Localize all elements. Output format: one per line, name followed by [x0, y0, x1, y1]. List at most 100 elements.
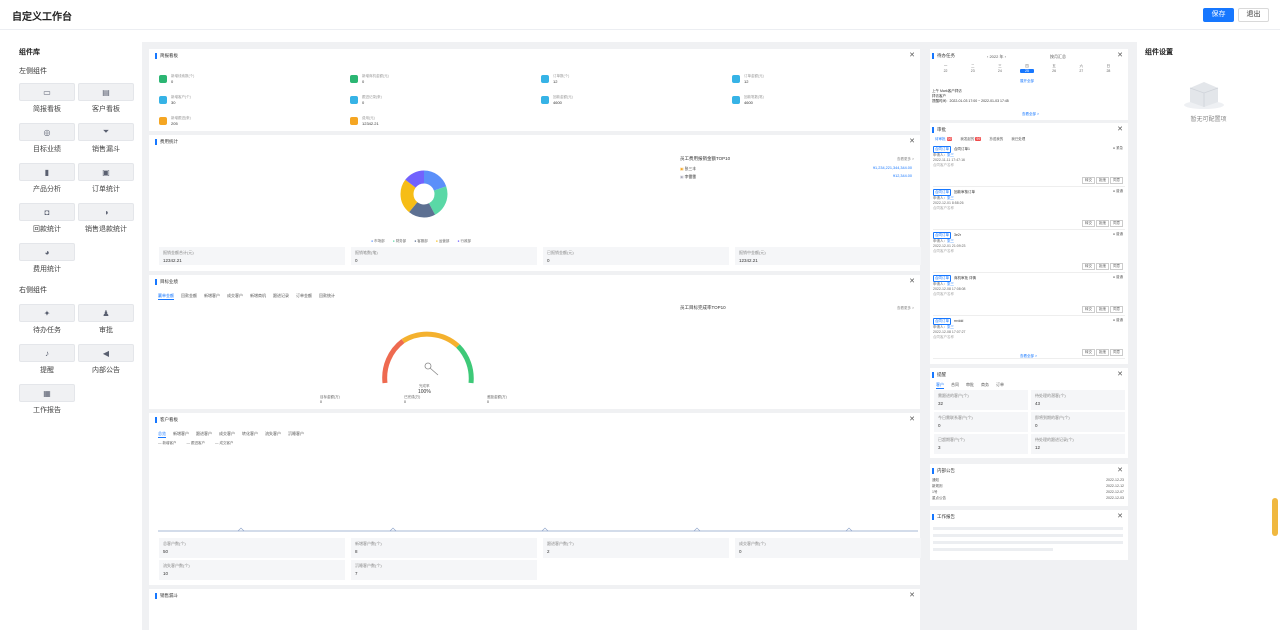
component-tile[interactable]: ♪ 提醒 [19, 344, 75, 380]
funnel-card[interactable]: 销售漏斗 ✕ [149, 589, 920, 630]
reject-button[interactable]: 拒绝 [1096, 220, 1109, 227]
close-icon[interactable]: ✕ [1117, 125, 1123, 133]
tab[interactable]: 订单金额 [296, 293, 312, 299]
tab[interactable]: 抄送我的 [989, 137, 1003, 141]
tab[interactable]: 合同 [951, 382, 959, 388]
approval-item[interactable]: 合同订单 商机审批 详情 ● 普通 申请人：张三 2022-12-08 17:08:08… [933, 275, 1125, 316]
component-tile[interactable]: ◑ 销售退款统计 [78, 203, 134, 239]
target-card[interactable]: 目标业绩 ✕ 赢单金额 回款金额 新增客户 成交客户 新增商机 跟进记录 订单金额 回款统计 … [149, 275, 920, 409]
approval-card[interactable]: 审批 ✕ 待审批 99 我发起的 99 抄送我的 我已处理 合同订单 合同订单1 ● 紧急 申请… [930, 123, 1128, 364]
scroll-handle[interactable] [1272, 498, 1278, 536]
component-tile[interactable]: ▦ 工作报告 [19, 384, 75, 420]
legend-item[interactable]: ● 市场部 [371, 239, 385, 243]
component-tile[interactable]: ▣ 订单统计 [78, 163, 134, 199]
component-tile[interactable]: ⏷ 销售漏斗 [78, 123, 134, 159]
report-card[interactable]: 工作报告 ✕ [930, 510, 1128, 560]
brief-item[interactable]: 回款金额(元) 4600 [541, 95, 573, 105]
view-all-link[interactable]: 查看全部 > [1022, 112, 1039, 117]
brief-item[interactable]: 新增线索数(个) 0 [159, 74, 194, 84]
approval-item[interactable]: 合同订单 rrrddd ● 普通 申请人：张三 2022-12-08 17:07:27 合… [933, 318, 1125, 359]
tab[interactable]: 赢单金额 [158, 293, 174, 300]
component-tile[interactable]: ▭ 简报看板 [19, 83, 75, 119]
close-icon[interactable]: ✕ [1117, 512, 1123, 520]
tab[interactable]: 审批 [966, 382, 974, 388]
exit-button[interactable]: 退出 [1238, 8, 1269, 22]
tab[interactable]: 跟进客户 [196, 431, 212, 437]
todo-event[interactable]: 上午 Mark客户拜访 拜访客户 提醒时间：2022-01-03 17:00 ~… [932, 89, 1009, 104]
rank-row[interactable]: ▣ 李雷雷 ¥12,344.00 [680, 174, 912, 180]
legend-item[interactable]: ● 财务部 [393, 239, 407, 243]
agree-button[interactable]: 同意 [1110, 306, 1123, 313]
todo-card[interactable]: 待办任务 ✕ ‹ 2022 年 › 按月汇总 一 22 二 23 三 24 四 25 五 26 六 2… [930, 49, 1128, 120]
view-more-link[interactable]: 查看更多 > [897, 157, 914, 162]
agree-button[interactable]: 同意 [1110, 220, 1123, 227]
calendar-day[interactable]: 四 25 [1019, 64, 1034, 73]
close-icon[interactable]: ✕ [909, 591, 915, 599]
tab[interactable]: 新增客户 [173, 431, 189, 437]
component-tile[interactable]: ▮ 产品分析 [19, 163, 75, 199]
tab[interactable]: 新增客户 [204, 293, 220, 299]
close-icon[interactable]: ✕ [1117, 51, 1123, 59]
rank-row[interactable]: ▣ 张三丰 ¥1,234,221,344,344.00 [680, 166, 912, 172]
tab[interactable]: 回款统计 [319, 293, 335, 299]
approval-item[interactable]: 合同订单 3e2r ● 普通 申请人：张三 2022-12-01 21:09:23 合同客… [933, 232, 1125, 273]
calendar-day[interactable]: 六 27 [1074, 64, 1088, 73]
calendar-day[interactable]: 一 22 [939, 64, 953, 73]
brief-item[interactable]: 新增客户(个) 30 [159, 95, 191, 105]
view-more-link[interactable]: 查看更多 > [897, 306, 914, 311]
reject-button[interactable]: 拒绝 [1096, 349, 1109, 356]
stat-box[interactable]: 待处理的跟进记录(个) 12 [1031, 434, 1125, 454]
agree-button[interactable]: 同意 [1110, 263, 1123, 270]
agree-button[interactable]: 同意 [1110, 177, 1123, 184]
component-tile[interactable]: ◎ 目标业绩 [19, 123, 75, 159]
close-icon[interactable]: ✕ [909, 137, 915, 145]
tab[interactable]: 成交客户 [227, 293, 243, 299]
tab[interactable]: 回款金额 [181, 293, 197, 299]
brief-item[interactable]: 订单金额(元) 12 [732, 74, 764, 84]
reject-button[interactable]: 拒绝 [1096, 306, 1109, 313]
calendar-day[interactable]: 日 28 [1101, 64, 1115, 73]
customer-card[interactable]: 客户看板 ✕ 总览 新增客户 跟进客户 成交客户 转化客户 流失客户 沉睡客户 — 新增客户… [149, 413, 921, 585]
component-tile[interactable]: ▤ 客户看板 [78, 83, 134, 119]
component-tile[interactable]: ◘ 回款统计 [19, 203, 75, 239]
tab[interactable]: 订单 [996, 382, 1004, 388]
close-icon[interactable]: ✕ [1117, 466, 1123, 474]
tab[interactable]: 新增商机 [250, 293, 266, 299]
brief-card[interactable]: 简报看板 ✕ 新增线索数(个) 0 新增商机金额(元) 0 订单数(个) 12 订单金额(元… [149, 49, 920, 131]
stat-box[interactable]: 需跟进的客户(个) 32 [934, 390, 1028, 410]
component-tile[interactable]: ◀ 内部公告 [78, 344, 134, 380]
transfer-button[interactable]: 转交 [1082, 349, 1095, 356]
tab[interactable]: 流失客户 [265, 431, 281, 437]
close-icon[interactable]: ✕ [909, 415, 915, 423]
transfer-button[interactable]: 转交 [1082, 220, 1095, 227]
legend-item[interactable]: ● 客服部 [414, 239, 428, 243]
year-selector[interactable]: ‹ 2022 年 › [987, 54, 1006, 60]
tab[interactable]: 我已处理 [1011, 137, 1025, 141]
close-icon[interactable]: ✕ [1117, 370, 1123, 378]
approval-item[interactable]: 合同订单 合同订单1 ● 紧急 申请人：张三 2022-11-11 17:47:16 合同… [933, 146, 1125, 187]
component-tile[interactable]: ◕ 费用统计 [19, 243, 75, 279]
notice-card[interactable]: 内部公告 ✕ 通知 2022-12-23 新规则 2022-12-12 1号 2022-1… [930, 464, 1128, 506]
tab[interactable]: 跟进记录 [273, 293, 289, 299]
tab[interactable]: 转化客户 [242, 431, 258, 437]
brief-item[interactable]: 回款笔数(笔) 4600 [732, 95, 764, 105]
calendar-day[interactable]: 三 24 [993, 64, 1007, 73]
month-toggle[interactable]: 按月汇总 [1050, 54, 1066, 60]
component-tile[interactable]: ♟ 审批 [78, 304, 134, 340]
tab[interactable]: 客户 [936, 382, 944, 389]
save-button[interactable]: 保存 [1203, 8, 1234, 22]
remind-card[interactable]: 提醒 ✕ 客户 合同 审批 商务 订单 需跟进的客户(个) 32 待处理的潜客(个) 43 今日… [930, 368, 1128, 458]
brief-item[interactable]: 新增商机金额(元) 0 [350, 74, 389, 84]
close-icon[interactable]: ✕ [909, 277, 915, 285]
tab[interactable]: 待审批 99 [935, 137, 953, 141]
tab[interactable]: 沉睡客户 [288, 431, 304, 437]
expense-card[interactable]: 费用统计 ✕ ● 市场部 ● 财务部 ● 客服部 ● 运营部 ● 行政部 员工费用报销金… [149, 135, 921, 271]
brief-item[interactable]: 跟进记录(条) 0 [350, 95, 382, 105]
transfer-button[interactable]: 转交 [1082, 263, 1095, 270]
brief-item[interactable]: 费用(元) 12342.21 [350, 116, 379, 126]
stat-box[interactable]: 即将到期的客户(个) 0 [1031, 412, 1125, 432]
tab[interactable]: 成交客户 [219, 431, 235, 437]
stat-box[interactable]: 待处理的潜客(个) 43 [1031, 390, 1125, 410]
agree-button[interactable]: 同意 [1110, 349, 1123, 356]
legend-item[interactable]: ● 运营部 [436, 239, 450, 243]
